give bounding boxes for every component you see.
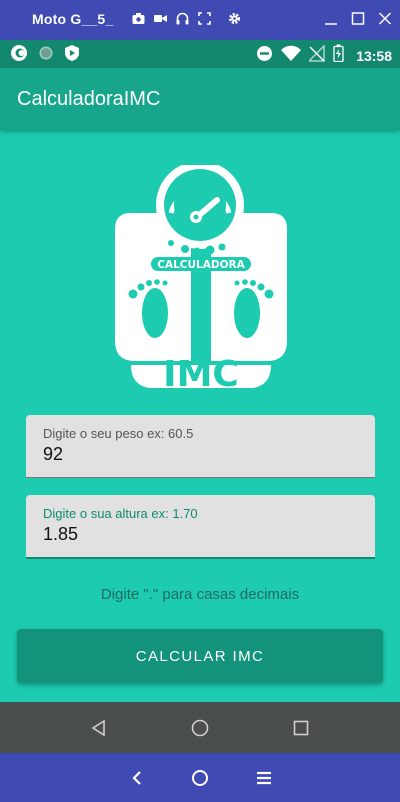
weight-input[interactable]	[43, 444, 343, 465]
home-circle-icon[interactable]	[190, 768, 210, 788]
battery-icon	[333, 44, 344, 67]
height-field[interactable]: Digite o sua altura ex: 1.70	[26, 495, 375, 559]
status-system-icons: 13:58	[256, 43, 392, 67]
weight-field[interactable]: Digite o seu peso ex: 60.5	[26, 415, 375, 478]
headphones-icon[interactable]	[176, 12, 189, 25]
minimize-icon[interactable]	[324, 10, 338, 26]
recents-icon[interactable]	[291, 718, 311, 738]
android-nav-bar	[0, 702, 400, 753]
height-input[interactable]	[43, 524, 343, 545]
emulator-title-bar: Moto G__5_	[0, 0, 400, 40]
close-icon[interactable]	[378, 10, 392, 26]
logo-top-text: CALCULADORA	[157, 259, 245, 271]
shield-icon	[64, 44, 80, 67]
gear-icon[interactable]	[228, 12, 241, 25]
app-bar: CalculadoraIMC	[0, 68, 400, 130]
camera-icon[interactable]	[132, 12, 145, 25]
fullscreen-icon[interactable]	[198, 12, 211, 25]
window-title: Moto G__5_	[32, 11, 114, 27]
maximize-icon[interactable]	[351, 10, 365, 26]
logo-bottom-text: IMC	[163, 354, 239, 390]
calculate-imc-button[interactable]: CALCULAR IMC	[17, 629, 383, 683]
do-not-disturb-icon	[256, 45, 273, 67]
dot-icon	[38, 45, 54, 66]
status-bar: 13:58	[0, 40, 400, 68]
window-controls	[324, 10, 392, 26]
status-notifications	[10, 44, 80, 67]
decimal-hint: Digite "." para casas decimais	[100, 586, 300, 603]
menu-icon[interactable]	[254, 768, 274, 788]
status-time: 13:58	[356, 47, 392, 64]
app-notification-icon	[10, 44, 28, 67]
back-icon[interactable]	[89, 718, 109, 738]
emulator-nav-bar	[0, 753, 400, 802]
video-icon[interactable]	[154, 12, 167, 25]
wifi-icon	[281, 45, 302, 67]
page-title: CalculadoraIMC	[17, 88, 161, 110]
app-logo: CALCULADORA IMC	[113, 161, 289, 395]
back-chevron-icon[interactable]	[127, 768, 147, 788]
home-icon[interactable]	[190, 718, 210, 738]
height-field-label: Digite o sua altura ex: 1.70	[43, 506, 198, 521]
weight-field-label: Digite o seu peso ex: 60.5	[43, 426, 194, 441]
emulator-toolbar	[132, 12, 241, 25]
no-signal-icon	[307, 43, 325, 67]
